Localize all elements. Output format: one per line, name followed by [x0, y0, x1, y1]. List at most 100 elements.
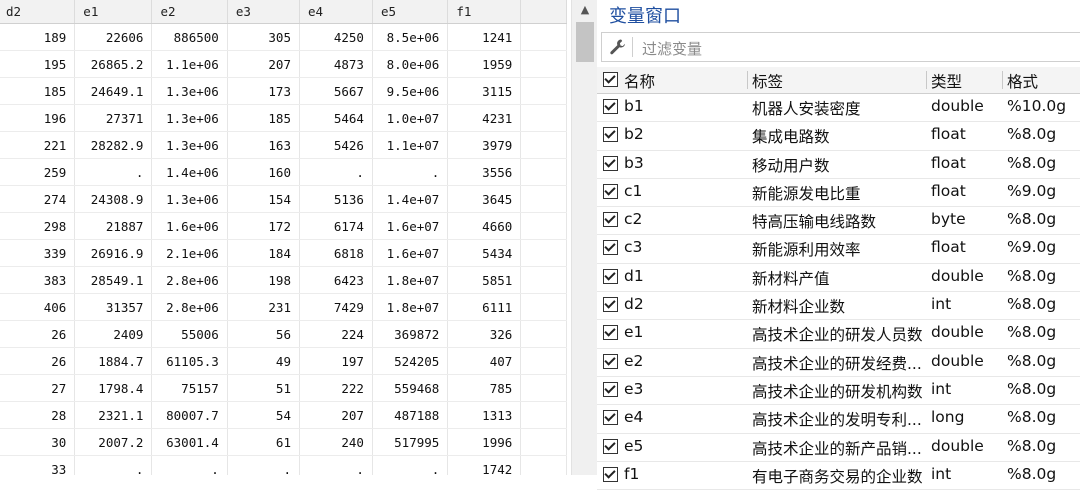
variable-checkbox[interactable]: [603, 325, 618, 341]
table-row[interactable]: 274 24308.9 1.3e+06 154 5136 1.4e+07 3645: [0, 185, 567, 213]
table-cell[interactable]: 21887: [74, 212, 153, 240]
table-cell[interactable]: 198: [227, 266, 300, 294]
table-cell[interactable]: 4250: [299, 23, 373, 51]
table-cell[interactable]: 4231: [447, 104, 522, 132]
variable-row[interactable]: b3 移动用户数 float %8.0g: [597, 151, 1080, 179]
table-cell[interactable]: .: [74, 158, 153, 186]
select-all-checkbox[interactable]: [603, 72, 618, 87]
table-cell[interactable]: .: [299, 158, 373, 186]
table-cell[interactable]: 2007.2: [74, 428, 153, 456]
table-cell[interactable]: 207: [299, 401, 373, 429]
column-divider[interactable]: [926, 71, 927, 89]
table-row[interactable]: 189 22606 886500 305 4250 8.5e+06 1241: [0, 23, 567, 51]
table-cell[interactable]: 3115: [447, 77, 522, 105]
table-cell[interactable]: 30: [0, 428, 76, 456]
table-cell[interactable]: 28: [0, 401, 76, 429]
table-cell[interactable]: 1.3e+06: [151, 104, 228, 132]
table-cell[interactable]: 222: [299, 374, 373, 402]
table-cell[interactable]: 298: [0, 212, 76, 240]
table-row[interactable]: 383 28549.1 2.8e+06 198 6423 1.8e+07 5851: [0, 266, 567, 294]
table-cell[interactable]: 7429: [299, 293, 373, 321]
table-cell[interactable]: 224: [299, 320, 373, 348]
table-cell[interactable]: 559468: [372, 374, 449, 402]
column-divider[interactable]: [1002, 71, 1003, 89]
table-cell[interactable]: 185: [0, 77, 76, 105]
column-header-e5[interactable]: e5: [372, 0, 449, 24]
table-cell[interactable]: 63001.4: [151, 428, 228, 456]
table-cell[interactable]: 221: [0, 131, 76, 159]
table-cell[interactable]: 80007.7: [151, 401, 228, 429]
filter-variables-input[interactable]: 过滤变量: [642, 38, 702, 59]
table-cell[interactable]: 195: [0, 50, 76, 78]
table-cell[interactable]: 1798.4: [74, 374, 153, 402]
variable-row[interactable]: c2 特高压输电线路数 byte %8.0g: [597, 207, 1080, 236]
table-cell[interactable]: 51: [227, 374, 300, 402]
table-cell[interactable]: 75157: [151, 374, 228, 402]
table-row[interactable]: 196 27371 1.3e+06 185 5464 1.0e+07 4231: [0, 104, 567, 132]
table-cell[interactable]: 259: [0, 158, 76, 186]
table-cell[interactable]: .: [151, 455, 228, 475]
table-cell[interactable]: 1.3e+06: [151, 77, 228, 105]
label-column-header[interactable]: 标签: [752, 70, 928, 92]
table-cell[interactable]: 5426: [299, 131, 373, 159]
table-cell[interactable]: 185: [227, 104, 300, 132]
table-cell[interactable]: 33: [0, 455, 76, 475]
variable-row[interactable]: e4 高技术企业的发明专利... long %8.0g: [597, 405, 1080, 434]
table-cell[interactable]: 184: [227, 239, 300, 267]
table-cell[interactable]: 54: [227, 401, 300, 429]
table-cell[interactable]: .: [227, 455, 300, 475]
table-cell[interactable]: 369872: [372, 320, 449, 348]
table-cell[interactable]: 2.8e+06: [151, 293, 228, 321]
column-header-e3[interactable]: e3: [227, 0, 300, 24]
table-row[interactable]: 33..... 1742: [0, 455, 567, 475]
table-cell[interactable]: 1996: [447, 428, 522, 456]
table-cell[interactable]: 8.5e+06: [372, 23, 449, 51]
variable-row[interactable]: e2 高技术企业的研发经费... double %8.0g: [597, 349, 1080, 377]
table-cell[interactable]: 28549.1: [74, 266, 153, 294]
table-cell[interactable]: 1313: [447, 401, 522, 429]
variable-row[interactable]: f1 有电子商务交易的企业数 int %8.0g: [597, 462, 1080, 490]
table-cell[interactable]: 1.6e+06: [151, 212, 228, 240]
table-cell[interactable]: 1.1e+07: [372, 131, 449, 159]
variable-checkbox[interactable]: [603, 268, 618, 284]
variable-checkbox[interactable]: [603, 438, 618, 454]
table-row[interactable]: 26 1884.7 61105.3 49 197 524205 407: [0, 347, 567, 375]
table-cell[interactable]: 154: [227, 185, 300, 213]
table-cell[interactable]: 3556: [447, 158, 522, 186]
variable-checkbox[interactable]: [603, 212, 618, 228]
table-cell[interactable]: 524205: [372, 347, 449, 375]
column-header-f1[interactable]: f1: [447, 0, 522, 24]
table-cell[interactable]: 196: [0, 104, 76, 132]
table-cell[interactable]: 1241: [447, 23, 522, 51]
table-cell[interactable]: 27371: [74, 104, 153, 132]
table-cell[interactable]: 197: [299, 347, 373, 375]
table-cell[interactable]: 3645: [447, 185, 522, 213]
column-header-e1[interactable]: e1: [74, 0, 153, 24]
type-column-header[interactable]: 类型: [931, 70, 962, 92]
table-cell[interactable]: 163: [227, 131, 300, 159]
table-cell[interactable]: 173: [227, 77, 300, 105]
variable-checkbox[interactable]: [603, 183, 618, 199]
table-cell[interactable]: 5851: [447, 266, 522, 294]
name-column-header[interactable]: 名称: [624, 70, 655, 92]
table-cell[interactable]: 5136: [299, 185, 373, 213]
table-cell[interactable]: 1959: [447, 50, 522, 78]
variable-row[interactable]: d2 新材料企业数 int %8.0g: [597, 292, 1080, 321]
variable-row[interactable]: c1 新能源发电比重 float %9.0g: [597, 179, 1080, 208]
variable-row[interactable]: e1 高技术企业的研发人员数 double %8.0g: [597, 320, 1080, 349]
table-cell[interactable]: 6818: [299, 239, 373, 267]
table-cell[interactable]: 4660: [447, 212, 522, 240]
vertical-scrollbar[interactable]: ▲: [571, 0, 598, 475]
table-cell[interactable]: 517995: [372, 428, 449, 456]
table-cell[interactable]: 6111: [447, 293, 522, 321]
scroll-up-arrow[interactable]: ▲: [572, 0, 598, 20]
table-cell[interactable]: 1884.7: [74, 347, 153, 375]
table-cell[interactable]: 31357: [74, 293, 153, 321]
table-cell[interactable]: 61105.3: [151, 347, 228, 375]
variable-row[interactable]: e5 高技术企业的新产品销... double %8.0g: [597, 434, 1080, 462]
table-cell[interactable]: 1.4e+06: [151, 158, 228, 186]
table-cell[interactable]: 56: [227, 320, 300, 348]
table-cell[interactable]: 2321.1: [74, 401, 153, 429]
table-cell[interactable]: 240: [299, 428, 373, 456]
table-cell[interactable]: 160: [227, 158, 300, 186]
